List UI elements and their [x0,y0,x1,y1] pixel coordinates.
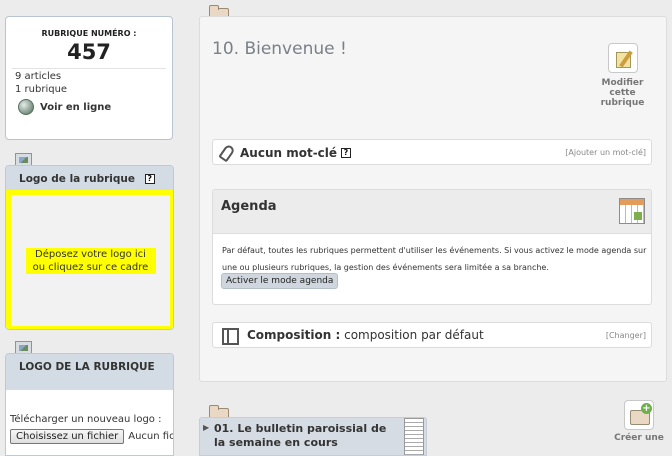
no-file-label: Aucun fichier choisi [128,431,174,442]
divider [12,68,166,69]
upload-label: Télécharger un nouveau logo : [10,414,162,425]
help-icon[interactable]: ? [144,174,155,184]
add-keyword-link[interactable]: [Ajouter un mot-clé] [565,148,646,157]
sub-rubrique-item[interactable]: ▶ 01. Le bulletin paroissial de la semai… [199,417,427,456]
page-title: 10. Bienvenue ! [212,39,347,59]
view-online-label: Voir en ligne [40,101,112,113]
keywords-box: Aucun mot-clé ? [Ajouter un mot-clé] [212,139,652,165]
composition-icon [222,328,239,345]
edit-icon [607,43,638,73]
logo-upload-header: LOGO DE LA RUBRIQUE [6,354,173,390]
dropzone-text: Déposez votre logo ici ou cliquez sur ce… [25,247,156,274]
add-folder-icon [624,400,654,430]
file-input-row: Choisissez un fichier Aucun fichier choi… [10,429,173,444]
rubrique-info-box: RUBRIQUE NUMÉRO : 457 9 articles 1 rubri… [5,16,173,140]
agenda-header: Agenda [213,190,651,234]
change-composition-link[interactable]: [Changer] [606,331,646,340]
edit-rubrique-label: Modifier cette rubrique [600,78,645,108]
logo-panel-header: Logo de la rubrique ? [6,166,173,190]
sub-rubrique-title[interactable]: 01. Le bulletin paroissial de la semaine… [214,422,394,450]
help-icon[interactable]: ? [341,148,351,158]
create-rubrique-label: Créer une [614,433,664,443]
composition-value: composition par défaut [344,328,484,342]
rubrique-number-label: RUBRIQUE NUMÉRO : [41,29,137,38]
activate-agenda-button[interactable]: Activer le mode agenda [221,273,339,289]
composition-title: Composition : composition par défaut [247,328,484,342]
logo-panel: Logo de la rubrique ? Déposez votre logo… [5,165,174,330]
agenda-box: Agenda Par défaut, toutes les rubriques … [212,189,652,305]
rubrique-number: 457 [67,40,111,64]
composition-label: Composition : [247,328,341,342]
composition-box: Composition : composition par défaut [Ch… [212,322,652,348]
calendar-icon [619,198,645,224]
keywords-title: Aucun mot-clé [240,146,338,160]
document-icon [404,418,424,455]
edit-rubrique-button[interactable]: Modifier cette rubrique [595,43,650,108]
view-online-link[interactable]: Voir en ligne [18,99,172,115]
logo-upload-panel: LOGO DE LA RUBRIQUE Télécharger un nouve… [5,353,174,456]
expand-arrow-icon[interactable]: ▶ [203,423,209,432]
agenda-description: Par défaut, toutes les rubriques permett… [222,246,647,272]
articles-count: 9 articles [15,71,62,82]
create-rubrique-button[interactable]: Créer une [606,400,672,443]
rubrique-main-panel: 10. Bienvenue ! Modifier cette rubrique … [199,16,667,382]
logo-upload-title: LOGO DE LA RUBRIQUE [19,361,155,373]
logo-panel-title: Logo de la rubrique [19,173,135,185]
tag-icon [218,143,236,163]
agenda-title: Agenda [221,199,277,214]
rubriques-count: 1 rubrique [15,84,68,95]
logo-dropzone[interactable]: Déposez votre logo ici ou cliquez sur ce… [6,190,173,329]
choose-file-button[interactable]: Choisissez un fichier [10,429,125,444]
globe-icon [18,99,34,115]
